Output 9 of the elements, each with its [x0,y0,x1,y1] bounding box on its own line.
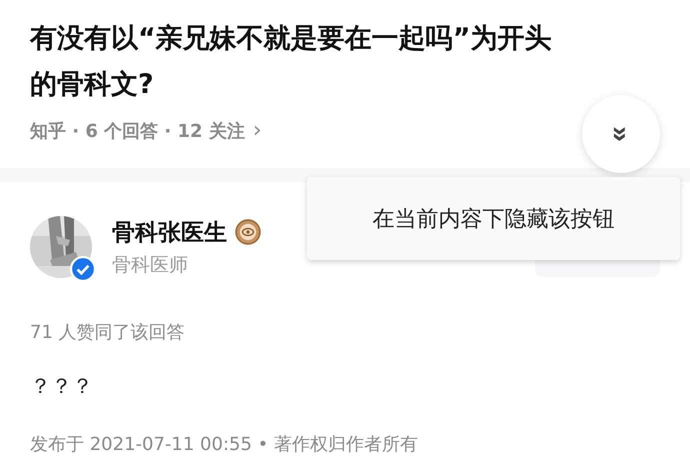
author-name[interactable]: 骨科张医生 [112,216,227,248]
popup-menu[interactable]: 在当前内容下隐藏该按钮 [307,177,680,260]
publish-info: 发布于 2021-07-11 00:55 • 著作权归作者所有 [30,433,419,456]
author-headline: 骨科医师 [112,252,189,278]
eye-badge-icon [235,219,261,245]
question-title: 有没有以“亲兄妹不就是要在一起吗”为开头的骨科文? [30,22,552,102]
answer-content: ？？？ [30,373,94,400]
upvote-count: 71 人赞同了该回答 [30,321,186,344]
collapse-button[interactable]: » [582,95,660,173]
